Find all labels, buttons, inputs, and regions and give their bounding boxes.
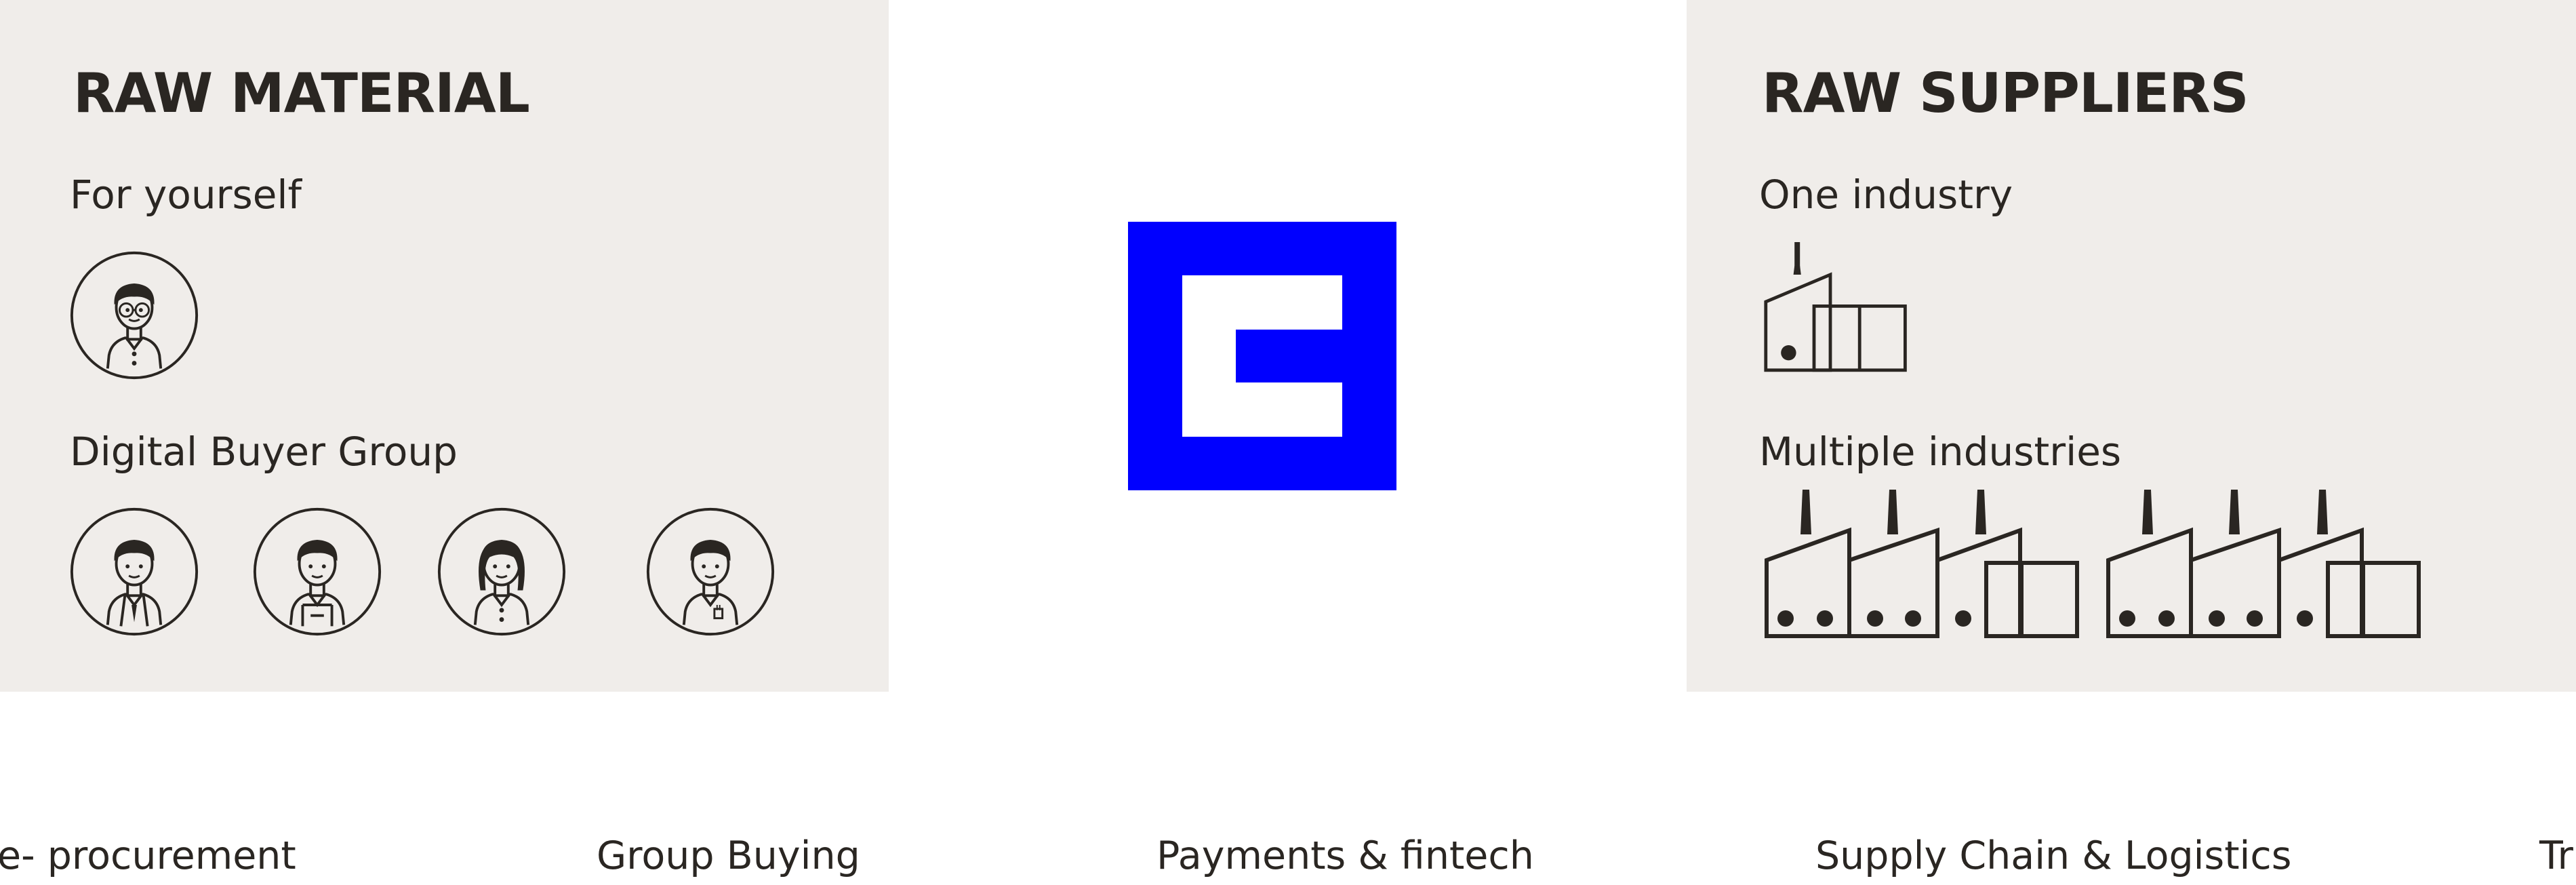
payments-fintech-label: Payments & fintech xyxy=(1156,833,1534,878)
buyer-woman-icon xyxy=(435,505,568,638)
factory-group-2-icon xyxy=(2106,490,2421,638)
truncated-label: Tr xyxy=(2539,833,2573,878)
e-procurement-label: e- procurement xyxy=(0,833,296,878)
one-industry-label: One industry xyxy=(1759,172,2013,218)
raw-suppliers-panel: RAW SUPPLIERS One industry Multiple indu… xyxy=(1687,0,2576,692)
brand-logo xyxy=(1128,222,1396,490)
for-yourself-label: For yourself xyxy=(70,172,302,218)
raw-material-panel: RAW MATERIAL For yourself Digital Buyer … xyxy=(0,0,889,692)
buyer-in-apron-icon xyxy=(251,505,384,638)
group-buying-label: Group Buying xyxy=(597,833,860,878)
single-factory-icon xyxy=(1763,239,1909,375)
supply-chain-logistics-label: Supply Chain & Logistics xyxy=(1815,833,2292,878)
digital-buyer-group-label: Digital Buyer Group xyxy=(70,429,458,475)
buyer-with-pocket-icon xyxy=(644,505,777,638)
buyer-with-glasses-icon xyxy=(68,249,201,382)
multiple-industries-label: Multiple industries xyxy=(1759,429,2122,475)
raw-material-title: RAW MATERIAL xyxy=(73,62,530,125)
buyer-in-suit-icon xyxy=(68,505,201,638)
raw-suppliers-title: RAW SUPPLIERS xyxy=(1762,62,2249,125)
factory-group-1-icon xyxy=(1765,490,2079,638)
